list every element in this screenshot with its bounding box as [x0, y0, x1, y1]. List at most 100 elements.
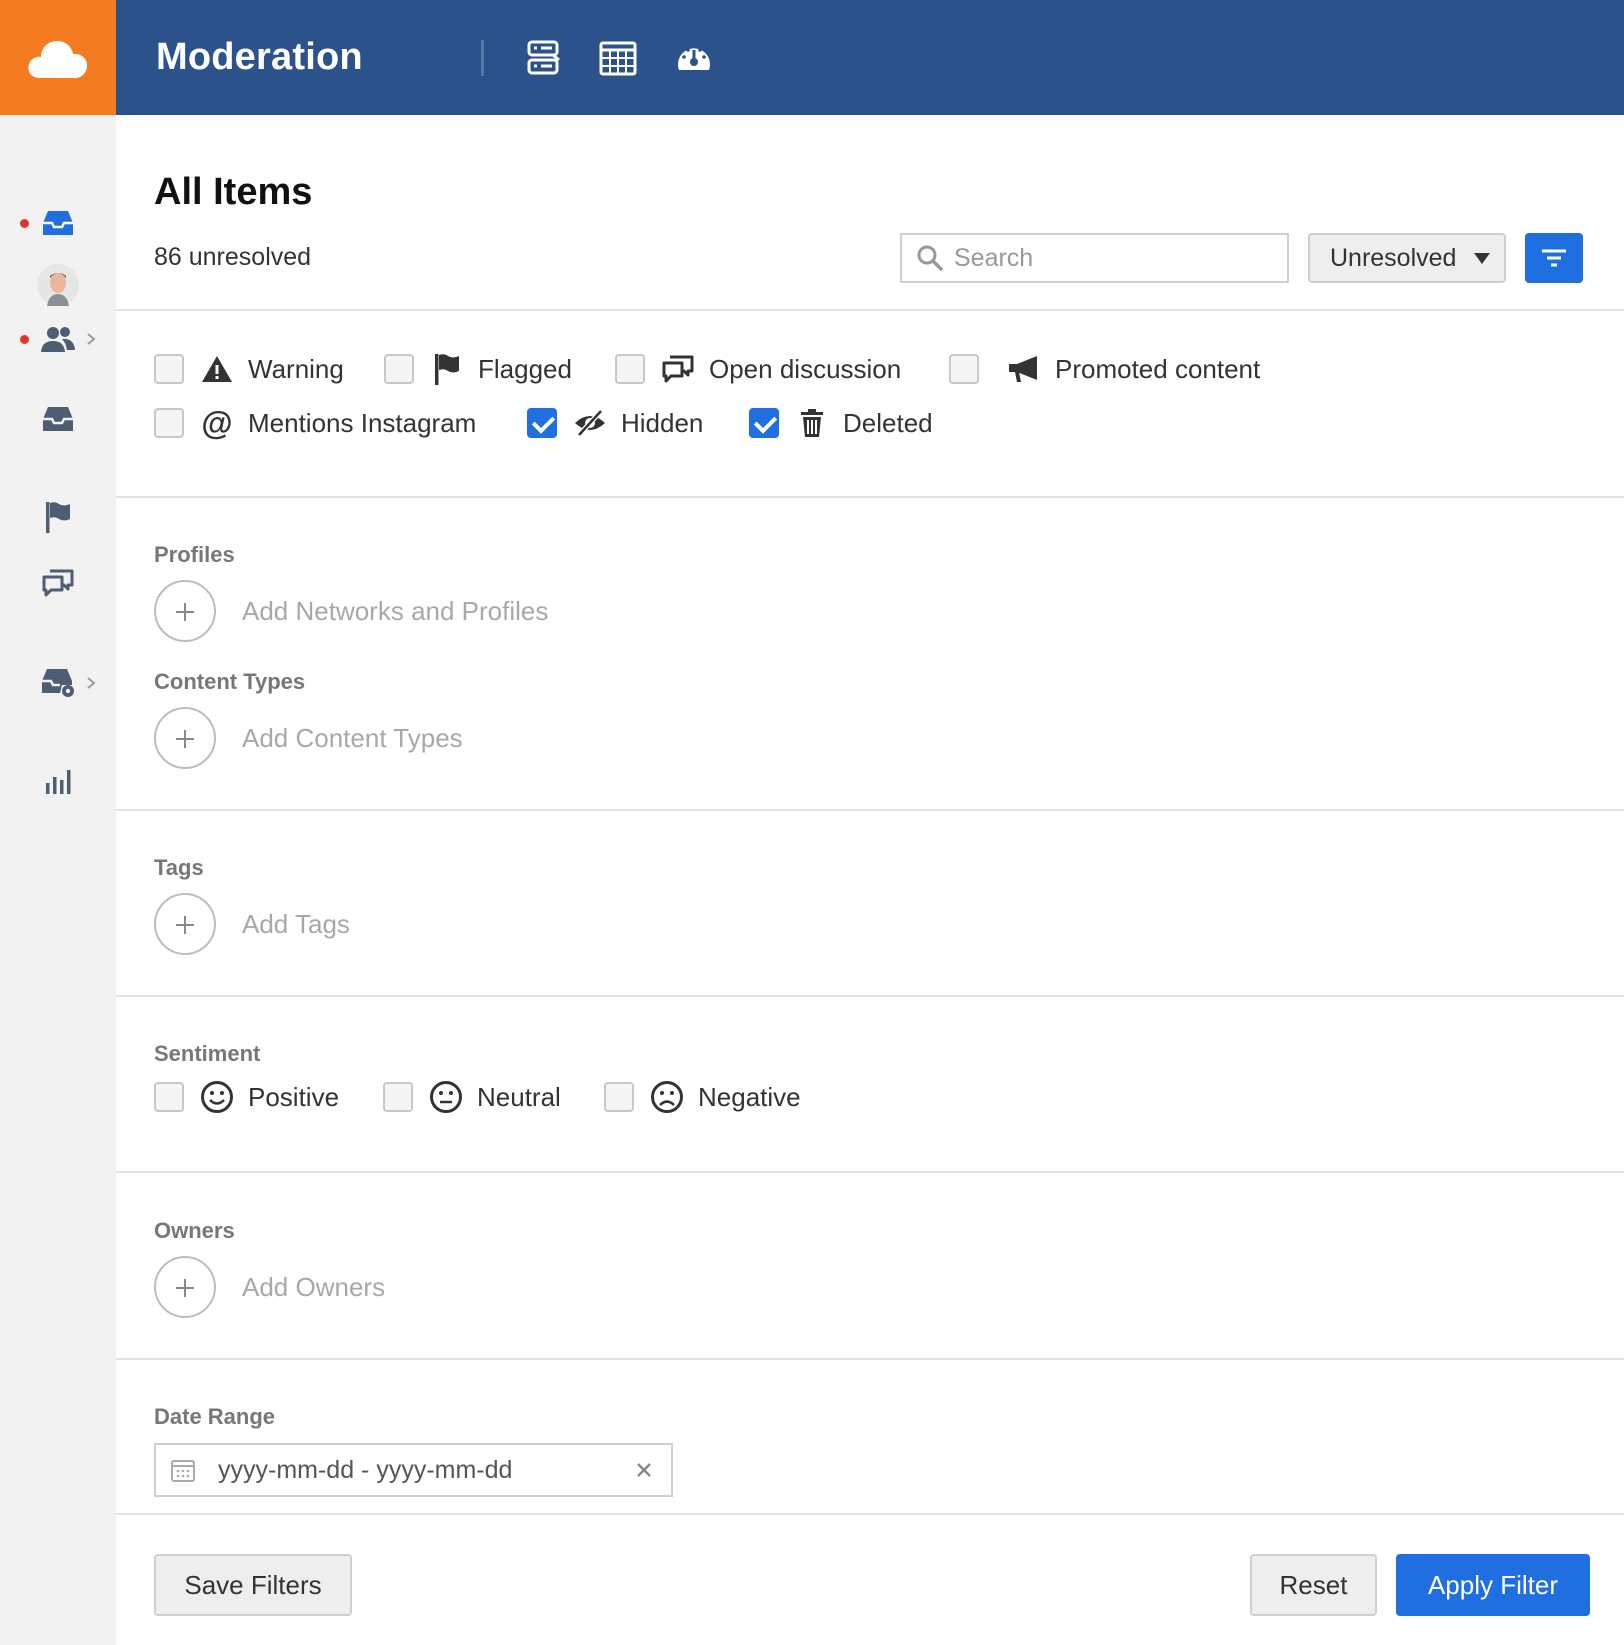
checkbox-neutral[interactable]	[383, 1082, 413, 1112]
filter-open-discussion[interactable]: Open discussion	[615, 351, 901, 387]
status-dropdown[interactable]: Unresolved	[1308, 233, 1506, 283]
clear-icon[interactable]	[631, 1457, 657, 1483]
checkbox-positive[interactable]	[154, 1082, 184, 1112]
unresolved-count: 86 unresolved	[154, 243, 312, 271]
flag-icon	[46, 502, 70, 533]
plus-icon	[154, 707, 216, 769]
megaphone-icon	[1009, 356, 1037, 382]
apply-filter-button[interactable]: Apply Filter	[1396, 1554, 1590, 1616]
sentiment-negative[interactable]: Negative	[604, 1079, 801, 1115]
divider	[116, 809, 1624, 811]
checkbox-promoted-content[interactable]	[949, 354, 979, 384]
sentiment-label: Positive	[248, 1081, 340, 1112]
checkbox-flagged[interactable]	[384, 354, 414, 384]
section-label-owners: Owners	[154, 1218, 235, 1243]
frown-icon	[651, 1081, 683, 1113]
section-label-date-range: Date Range	[154, 1404, 276, 1429]
filter-label: Hidden	[621, 407, 704, 438]
discussion-icon	[42, 569, 74, 597]
section-label-content-types: Content Types	[154, 669, 306, 694]
filter-label: Open discussion	[709, 353, 902, 384]
add-owners-button[interactable]: Add Owners	[154, 1256, 385, 1318]
divider	[116, 1358, 1624, 1360]
main-panel: All Items 86 unresolved Unresolved Wa	[116, 115, 1624, 1645]
search-box[interactable]	[900, 233, 1289, 283]
sidebar-item-reports[interactable]	[36, 761, 80, 801]
trash-icon	[801, 409, 823, 437]
filter-deleted[interactable]: Deleted	[749, 405, 933, 441]
checkbox-mentions-instagram[interactable]	[154, 408, 184, 438]
reset-button[interactable]: Reset	[1250, 1554, 1377, 1616]
chevron-right-icon[interactable]	[84, 676, 98, 690]
calendar-icon	[171, 1460, 195, 1482]
checkbox-open-discussion[interactable]	[615, 354, 645, 384]
section-label-profiles: Profiles	[154, 542, 235, 567]
checkbox-deleted[interactable]	[749, 408, 779, 438]
section-label-sentiment: Sentiment	[154, 1041, 261, 1066]
app-logo[interactable]	[0, 0, 116, 115]
notification-dot	[20, 335, 29, 344]
chevron-right-icon[interactable]	[84, 332, 98, 346]
divider	[116, 309, 1624, 311]
filter-flagged[interactable]: Flagged	[384, 351, 572, 387]
topbar-divider	[481, 40, 484, 76]
filter-hidden[interactable]: Hidden	[527, 405, 703, 441]
checkbox-negative[interactable]	[604, 1082, 634, 1112]
date-range-input[interactable]	[218, 1455, 618, 1485]
top-bar: Moderation	[0, 0, 1624, 115]
add-label: Add Tags	[242, 908, 350, 939]
filter-icon	[1542, 249, 1566, 267]
inbox-icon	[43, 407, 73, 431]
at-icon: @	[201, 405, 233, 441]
add-label: Add Owners	[242, 1271, 386, 1302]
filter-label: Flagged	[478, 353, 572, 384]
add-content-types-button[interactable]: Add Content Types	[154, 707, 463, 769]
divider	[116, 995, 1624, 997]
sidebar-item-flagged[interactable]	[36, 497, 80, 537]
bar-chart-icon	[46, 770, 71, 794]
search-input[interactable]	[954, 243, 1274, 273]
sidebar	[0, 115, 116, 1645]
sidebar-item-inbox-active[interactable]	[36, 203, 80, 243]
flag-icon	[435, 354, 459, 385]
calendar-icon[interactable]	[596, 36, 640, 80]
filter-warning[interactable]: Warning	[154, 351, 344, 387]
add-networks-profiles-button[interactable]: Add Networks and Profiles	[154, 580, 548, 642]
save-filters-button[interactable]: Save Filters	[154, 1554, 352, 1616]
sidebar-item-inbox[interactable]	[36, 399, 80, 439]
sidebar-item-profile[interactable]	[36, 264, 80, 306]
app-title: Moderation	[156, 36, 363, 78]
sentiment-neutral[interactable]: Neutral	[383, 1079, 561, 1115]
filter-label: Deleted	[843, 407, 933, 438]
sentiment-label: Neutral	[477, 1081, 561, 1112]
sidebar-item-inbox-settings[interactable]	[36, 663, 80, 703]
inbox-settings-icon	[42, 669, 74, 697]
sentiment-label: Negative	[698, 1081, 801, 1112]
inbox-icon	[43, 211, 73, 235]
checkbox-hidden[interactable]	[527, 408, 557, 438]
dashboard-icon[interactable]	[672, 36, 716, 80]
filter-button[interactable]	[1525, 233, 1583, 283]
list-icon[interactable]	[521, 36, 565, 80]
date-range-field[interactable]	[154, 1443, 673, 1497]
page-title: All Items	[154, 171, 313, 213]
cloud-icon	[28, 40, 88, 78]
section-label-tags: Tags	[154, 855, 204, 880]
add-tags-button[interactable]: Add Tags	[154, 893, 350, 955]
sidebar-item-discussion[interactable]	[36, 563, 80, 603]
sentiment-positive[interactable]: Positive	[154, 1079, 339, 1115]
eye-slash-icon	[575, 409, 605, 437]
users-icon	[41, 327, 75, 352]
notification-dot	[20, 219, 29, 228]
divider	[116, 1171, 1624, 1173]
filter-mentions-instagram[interactable]: @ Mentions Instagram	[154, 405, 476, 441]
filter-label: Warning	[248, 353, 344, 384]
sidebar-item-users[interactable]	[36, 319, 80, 359]
checkbox-warning[interactable]	[154, 354, 184, 384]
add-label: Add Content Types	[242, 722, 463, 753]
add-label: Add Networks and Profiles	[242, 595, 549, 626]
smile-icon	[201, 1081, 233, 1113]
filter-label: Promoted content	[1055, 353, 1261, 384]
filter-promoted-content[interactable]: Promoted content	[949, 351, 1260, 387]
plus-icon	[154, 893, 216, 955]
